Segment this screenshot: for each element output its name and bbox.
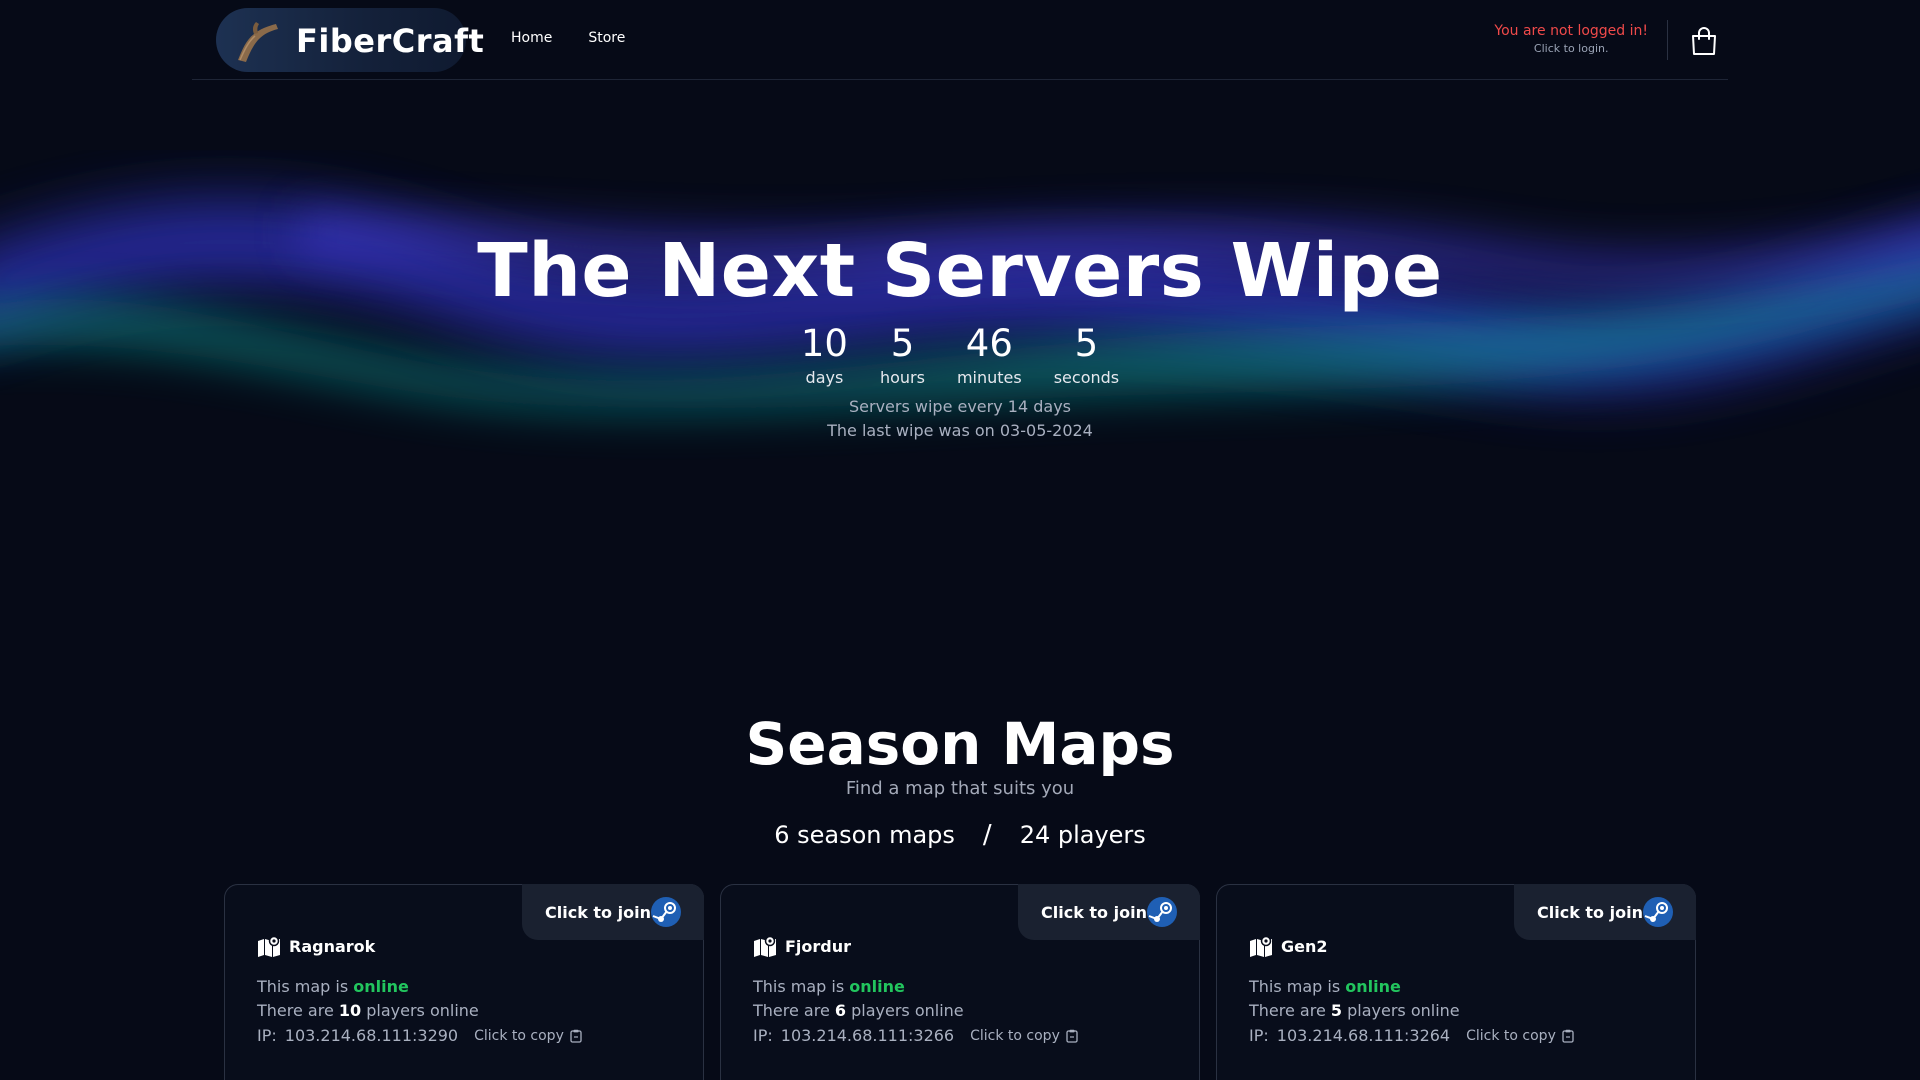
countdown-value: 5 — [890, 322, 915, 365]
ip-address: 103.214.68.111:3266 — [780, 1026, 955, 1045]
map-ip: IP: 103.214.68.111:3266 Click to copy — [753, 1026, 1078, 1045]
ip-address: 103.214.68.111:3290 — [284, 1026, 459, 1045]
countdown-label: days — [805, 368, 844, 387]
brand-name: FiberCraft — [296, 22, 485, 60]
map-players: There are 5 players online — [1249, 1001, 1460, 1020]
map-status: This map is online — [1249, 977, 1401, 996]
countdown-label: hours — [879, 368, 925, 387]
site-header: FiberCraft Home Store You are not logged… — [192, 0, 1728, 80]
map-header: Gen2 — [1249, 935, 1328, 957]
copy-ip-button[interactable]: Click to copy — [1466, 1028, 1574, 1044]
join-label: Click to join — [545, 902, 651, 922]
steam-icon — [651, 897, 681, 927]
ip-label: IP: — [1249, 1026, 1269, 1045]
wipe-frequency: Servers wipe every 14 days — [848, 397, 1071, 416]
last-wipe-date: The last wipe was on 03-05-2024 — [827, 421, 1093, 440]
clipboard-icon — [1066, 1029, 1078, 1043]
season-stats: 6 season maps / 24 players — [0, 820, 1920, 850]
join-button[interactable]: Click to join — [522, 884, 704, 940]
status-prefix: This map is — [1249, 977, 1341, 996]
map-cards: Click to join Ragnarok This map is onlin… — [224, 884, 1696, 1080]
countdown-minutes: 46 minutes — [957, 322, 1022, 387]
players-number: 6 — [834, 1001, 847, 1020]
ip-label: IP: — [753, 1026, 773, 1045]
map-icon — [754, 935, 776, 957]
map-card-fjordur: Click to join Fjordur This map is online… — [720, 884, 1200, 1080]
branch-logo-icon — [238, 22, 278, 62]
players-suffix: players online — [1347, 1001, 1460, 1020]
login-status: You are not logged in! — [1494, 23, 1648, 39]
countdown-value: 5 — [1074, 322, 1099, 365]
ip-address: 103.214.68.111:3264 — [1276, 1026, 1451, 1045]
map-status: This map is online — [257, 977, 409, 996]
map-ip: IP: 103.214.68.111:3290 Click to copy — [257, 1026, 582, 1045]
map-players: There are 6 players online — [753, 1001, 964, 1020]
maps-count: 6 season maps — [774, 821, 955, 849]
players-prefix: There are — [1249, 1001, 1326, 1020]
players-suffix: players online — [851, 1001, 964, 1020]
map-players: There are 10 players online — [257, 1001, 479, 1020]
map-card-gen2: Click to join Gen2 This map is online Th… — [1216, 884, 1696, 1080]
map-header: Fjordur — [753, 935, 851, 957]
map-status: This map is online — [753, 977, 905, 996]
map-ip: IP: 103.214.68.111:3264 Click to copy — [1249, 1026, 1574, 1045]
countdown-value: 10 — [800, 322, 848, 365]
copy-label: Click to copy — [970, 1027, 1060, 1044]
countdown-seconds: 5 seconds — [1054, 322, 1119, 387]
map-name: Ragnarok — [289, 936, 376, 956]
join-label: Click to join — [1537, 902, 1643, 922]
status-online: online — [849, 977, 905, 996]
join-button[interactable]: Click to join — [1018, 884, 1200, 940]
brand-logo[interactable]: FiberCraft — [216, 8, 484, 72]
countdown-label: minutes — [956, 368, 1022, 387]
join-button[interactable]: Click to join — [1514, 884, 1696, 940]
map-card-ragnarok: Click to join Ragnarok This map is onlin… — [224, 884, 704, 1080]
wipe-title: The Next Servers Wipe — [477, 228, 1443, 314]
players-suffix: players online — [366, 1001, 479, 1020]
players-count: 24 players — [1019, 821, 1146, 849]
players-prefix: There are — [257, 1001, 334, 1020]
steam-icon — [1643, 897, 1673, 927]
copy-label: Click to copy — [474, 1027, 564, 1044]
stats-separator: / — [982, 820, 992, 850]
login-prompt[interactable]: You are not logged in! Click to login. — [1494, 23, 1648, 55]
ip-label: IP: — [257, 1026, 277, 1045]
players-number: 5 — [1330, 1001, 1343, 1020]
shopping-bag-icon[interactable] — [1690, 26, 1718, 56]
copy-label: Click to copy — [1466, 1027, 1556, 1044]
login-hint: Click to login. — [1533, 42, 1609, 55]
join-label: Click to join — [1041, 902, 1147, 922]
copy-ip-button[interactable]: Click to copy — [970, 1028, 1078, 1044]
players-prefix: There are — [753, 1001, 830, 1020]
status-prefix: This map is — [257, 977, 349, 996]
map-name: Gen2 — [1281, 936, 1328, 956]
status-online: online — [1345, 977, 1401, 996]
clipboard-icon — [570, 1029, 582, 1043]
status-prefix: This map is — [753, 977, 845, 996]
map-icon — [258, 935, 280, 957]
clipboard-icon — [1562, 1029, 1574, 1043]
wipe-info: Servers wipe every 14 days The last wipe… — [0, 395, 1920, 443]
nav-store[interactable]: Store — [588, 30, 625, 46]
status-online: online — [353, 977, 409, 996]
header-divider — [1667, 20, 1668, 60]
season-maps-subtitle: Find a map that suits you — [845, 778, 1075, 799]
map-name: Fjordur — [785, 936, 852, 956]
copy-ip-button[interactable]: Click to copy — [474, 1028, 582, 1044]
map-icon — [1250, 935, 1272, 957]
wipe-countdown: 10 days 5 hours 46 minutes 5 seconds — [0, 322, 1920, 387]
season-maps-title: Season Maps — [745, 710, 1175, 778]
countdown-value: 46 — [965, 322, 1013, 365]
main-nav: Home Store — [511, 30, 625, 46]
players-number: 10 — [338, 1001, 362, 1020]
countdown-label: seconds — [1053, 368, 1120, 387]
steam-icon — [1147, 897, 1177, 927]
map-header: Ragnarok — [257, 935, 375, 957]
nav-home[interactable]: Home — [511, 30, 552, 46]
countdown-days: 10 days — [801, 322, 848, 387]
countdown-hours: 5 hours — [880, 322, 925, 387]
